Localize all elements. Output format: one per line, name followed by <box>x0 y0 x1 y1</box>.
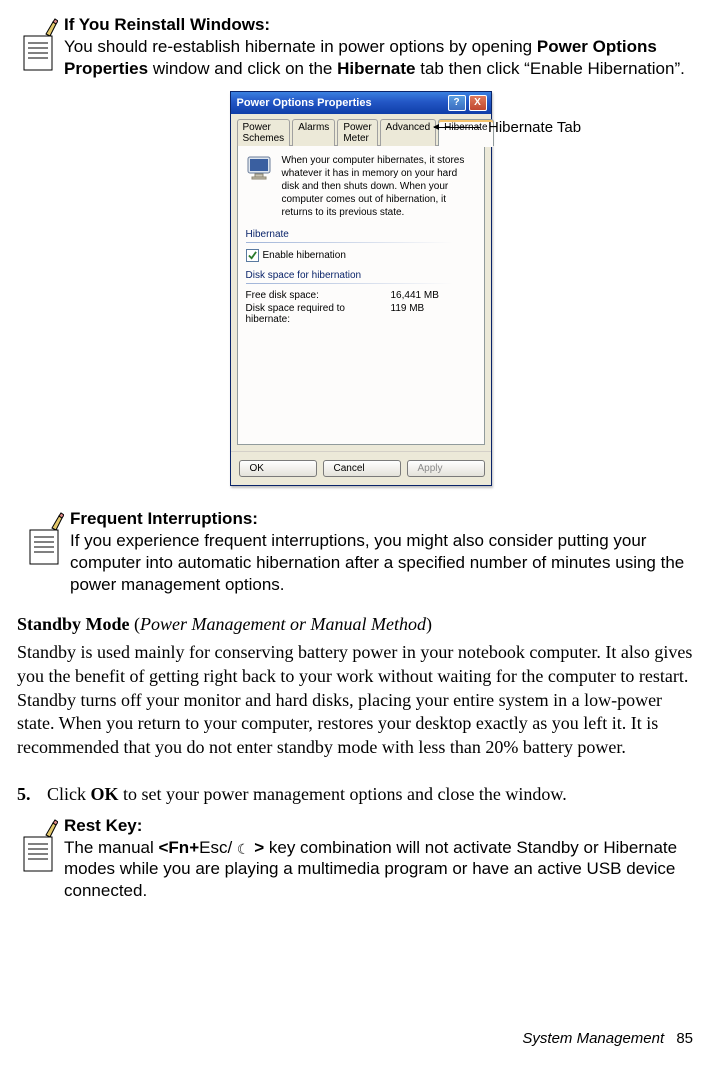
note-body-strong: Hibernate <box>337 59 415 78</box>
note-title: If You Reinstall Windows: <box>64 15 270 34</box>
note-seg: Esc/ <box>199 838 237 857</box>
dialog-figure: Power Options Properties ? X Power Schem… <box>14 91 707 486</box>
button-label: Cancel <box>334 463 365 474</box>
heading-italic: Power Management or Manual Method <box>140 614 426 634</box>
moon-icon: ☾ <box>237 841 250 859</box>
note-seg: The manual <box>64 838 159 857</box>
note-text: Rest Key: The manual <Fn+Esc/ ☾ > key co… <box>64 815 707 902</box>
step-body: Click OK to set your power management op… <box>47 784 567 805</box>
note-icon <box>14 14 64 72</box>
step-5: 5. Click OK to set your power management… <box>17 784 704 805</box>
checkbox-icon <box>246 249 259 262</box>
tab-power-meter[interactable]: Power Meter <box>337 119 377 146</box>
note-text: If You Reinstall Windows: You should re-… <box>64 14 707 79</box>
section-standby-mode: Standby Mode (Power Management or Manual… <box>17 613 704 760</box>
dialog-buttons: OK Cancel Apply <box>231 451 491 485</box>
page: If You Reinstall Windows: You should re-… <box>0 0 721 1067</box>
note-rest-key: Rest Key: The manual <Fn+Esc/ ☾ > key co… <box>14 815 707 902</box>
note-text: Frequent Interruptions: If you experienc… <box>70 508 707 595</box>
note-title: Frequent Interruptions: <box>70 509 258 528</box>
row-free-disk-space: Free disk space: 16,441 MB <box>246 290 476 301</box>
note-frequent-interruptions: Frequent Interruptions: If you experienc… <box>20 508 707 595</box>
callout-label: Hibernate Tab <box>488 119 581 136</box>
tab-power-schemes[interactable]: Power Schemes <box>237 119 291 146</box>
page-footer: System Management 85 <box>522 1030 693 1047</box>
group-separator <box>246 283 476 284</box>
tab-advanced[interactable]: Advanced <box>380 119 436 146</box>
apply-button[interactable]: Apply <box>407 460 485 477</box>
note-body-seg: tab then click “Enable Hibernation”. <box>416 59 685 78</box>
note-title: Rest Key: <box>64 816 142 835</box>
power-options-properties-dialog: Power Options Properties ? X Power Schem… <box>230 91 492 486</box>
close-button[interactable]: X <box>469 95 487 111</box>
info-row: When your computer hibernates, it stores… <box>246 154 476 219</box>
row-value: 16,441 MB <box>391 290 439 301</box>
heading-bold: Standby Mode <box>17 614 134 634</box>
heading-paren: ) <box>426 614 432 634</box>
callout-hibernate-tab: Hibernate Tab <box>434 119 581 136</box>
monitor-icon <box>246 154 274 182</box>
page-number: 85 <box>676 1030 693 1047</box>
note-body: If you experience frequent interruptions… <box>70 531 684 594</box>
tab-panel: When your computer hibernates, it stores… <box>237 146 485 445</box>
ok-button[interactable]: OK <box>239 460 317 477</box>
row-disk-space-required: Disk space required to hibernate: 119 MB <box>246 303 476 325</box>
title-buttons: ? X <box>448 95 487 111</box>
note-strong: > <box>249 838 264 857</box>
row-key: Disk space required to hibernate: <box>246 303 391 325</box>
tab-label: Power Schemes <box>243 122 285 144</box>
info-text: When your computer hibernates, it stores… <box>282 154 476 219</box>
section-body: Standby is used mainly for conserving ba… <box>17 641 704 760</box>
dialog-body: Power Schemes Alarms Power Meter Advance… <box>231 114 491 451</box>
checkbox-label: Enable hibernation <box>263 250 346 261</box>
close-icon: X <box>474 98 481 108</box>
group-separator <box>246 242 476 243</box>
step-seg: to set your power management options and… <box>119 784 567 804</box>
footer-label: System Management <box>522 1030 664 1047</box>
note-body-seg: You should re-establish hibernate in pow… <box>64 37 537 56</box>
step-seg: Click <box>47 784 91 804</box>
callout-arrow-icon <box>434 127 480 128</box>
tab-alarms[interactable]: Alarms <box>292 119 335 146</box>
tab-label: Power Meter <box>343 122 371 144</box>
tab-label: Alarms <box>298 122 329 133</box>
section-heading: Standby Mode (Power Management or Manual… <box>17 613 704 637</box>
step-number: 5. <box>17 784 35 805</box>
cancel-button[interactable]: Cancel <box>323 460 401 477</box>
button-label: OK <box>250 463 264 474</box>
group-hibernate-title: Hibernate <box>246 229 476 240</box>
note-strong: <Fn+ <box>159 838 200 857</box>
help-icon: ? <box>453 98 459 108</box>
step-strong: OK <box>91 784 119 804</box>
button-label: Apply <box>418 463 443 474</box>
enable-hibernation-checkbox[interactable]: Enable hibernation <box>246 249 476 262</box>
note-reinstall-windows: If You Reinstall Windows: You should re-… <box>14 14 707 79</box>
group-diskspace-title: Disk space for hibernation <box>246 270 476 281</box>
row-key: Free disk space: <box>246 290 391 301</box>
help-button[interactable]: ? <box>448 95 466 111</box>
dialog-title: Power Options Properties <box>237 97 372 109</box>
dialog-titlebar[interactable]: Power Options Properties ? X <box>231 92 491 114</box>
row-value: 119 MB <box>391 303 425 325</box>
note-icon <box>20 508 70 566</box>
note-icon <box>14 815 64 873</box>
tab-label: Advanced <box>386 122 430 133</box>
note-body-seg: window and click on the <box>148 59 337 78</box>
